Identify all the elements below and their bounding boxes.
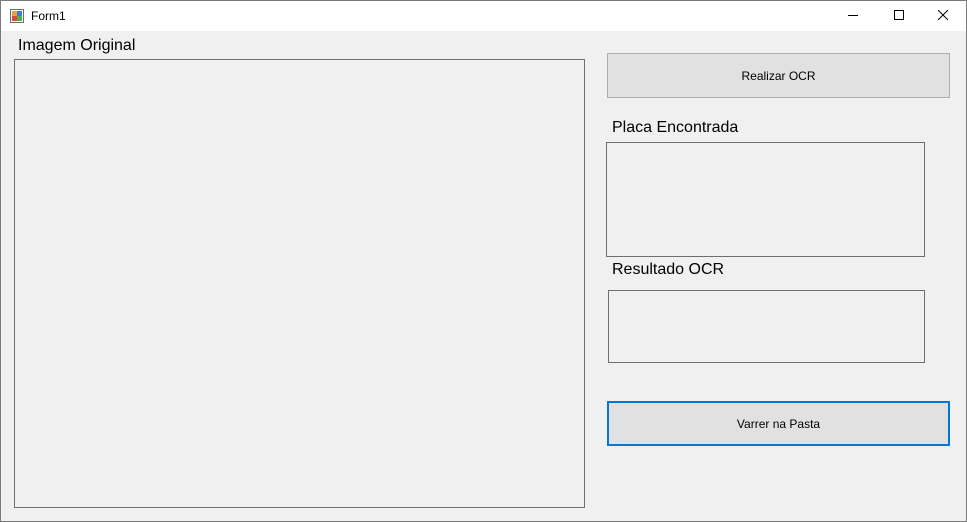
close-icon [937, 7, 949, 25]
maximize-button[interactable] [876, 1, 922, 31]
original-image-label: Imagem Original [18, 37, 136, 54]
close-button[interactable] [920, 1, 966, 31]
form-window: Form1 Imagem Original Realizar OCR Placa… [0, 0, 967, 522]
ocr-result-box [608, 290, 925, 363]
minimize-button[interactable] [830, 1, 876, 31]
run-ocr-button[interactable]: Realizar OCR [607, 53, 950, 98]
app-icon [10, 9, 24, 23]
maximize-icon [894, 7, 904, 25]
title-bar[interactable]: Form1 [1, 1, 966, 31]
plate-found-box [606, 142, 925, 257]
minimize-icon [848, 7, 858, 25]
window-title: Form1 [31, 9, 66, 23]
original-image-box [14, 59, 585, 508]
scan-folder-button[interactable]: Varrer na Pasta [607, 401, 950, 446]
plate-found-label: Placa Encontrada [612, 119, 739, 136]
ocr-result-label: Resultado OCR [612, 261, 725, 278]
